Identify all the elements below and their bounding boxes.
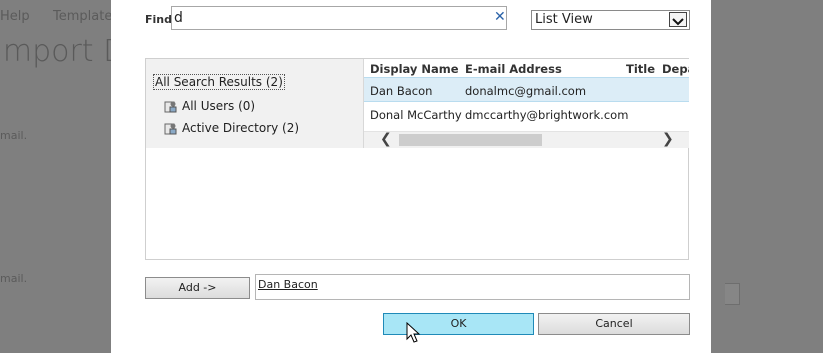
column-title[interactable]: Title bbox=[626, 62, 655, 76]
horizontal-scrollbar[interactable]: ❮ ❯ bbox=[364, 131, 689, 148]
selected-person[interactable]: Dan Bacon bbox=[258, 278, 318, 291]
cancel-button[interactable]: Cancel bbox=[538, 313, 690, 335]
scroll-left-icon[interactable]: ❮ bbox=[380, 131, 392, 147]
tree-node-label: Active Directory (2) bbox=[182, 121, 300, 135]
row-email: dmccarthy@brightwork.com bbox=[465, 108, 629, 122]
nav-templates: Templates bbox=[53, 9, 120, 24]
table-row[interactable]: Donal McCarthy dmccarthy@brightwork.com bbox=[364, 102, 689, 127]
hint-text-2: mail. bbox=[0, 272, 28, 285]
tree-node-label: All Users (0) bbox=[182, 99, 256, 113]
results-tree: All Search Results (2) All Users (0) Act… bbox=[146, 59, 363, 148]
column-email[interactable]: E-mail Address bbox=[465, 62, 562, 76]
user-directory-icon bbox=[164, 121, 178, 135]
view-select[interactable]: List View bbox=[531, 10, 690, 30]
scroll-right-icon[interactable]: ❯ bbox=[662, 131, 674, 147]
close-icon[interactable]: ✕ bbox=[494, 9, 506, 25]
results-grid: Display Name E-mail Address Title Depa D… bbox=[363, 59, 689, 148]
find-input[interactable]: d ✕ bbox=[171, 6, 507, 30]
tree-root-all-results[interactable]: All Search Results (2) bbox=[153, 74, 285, 90]
column-department[interactable]: Depa bbox=[662, 62, 689, 76]
scrollbar-thumb[interactable] bbox=[399, 134, 542, 146]
search-results-panel: All Search Results (2) All Users (0) Act… bbox=[145, 58, 689, 260]
add-button[interactable]: Add -> bbox=[145, 277, 250, 299]
chevron-down-icon[interactable] bbox=[669, 12, 687, 27]
view-select-value: List View bbox=[535, 12, 593, 27]
row-display-name: Dan Bacon bbox=[370, 84, 433, 98]
grid-header: Display Name E-mail Address Title Depa bbox=[364, 59, 689, 78]
mouse-pointer-icon bbox=[406, 322, 421, 343]
selected-people-field[interactable]: Dan Bacon bbox=[255, 274, 690, 300]
nav-help: Help bbox=[0, 9, 30, 24]
people-picker-dialog: Find d ✕ List View All Search Results (2… bbox=[111, 0, 711, 353]
background-input bbox=[725, 283, 740, 305]
user-directory-icon bbox=[164, 99, 178, 113]
table-row[interactable]: Dan Bacon donalmc@gmail.com bbox=[364, 77, 689, 102]
row-display-name: Donal McCarthy bbox=[370, 108, 462, 122]
hint-text-1: mail. bbox=[0, 129, 28, 142]
find-label: Find bbox=[145, 13, 172, 26]
tree-node-all-users[interactable]: All Users (0) bbox=[164, 99, 255, 113]
row-email: donalmc@gmail.com bbox=[465, 84, 587, 98]
tree-node-active-directory[interactable]: Active Directory (2) bbox=[164, 121, 299, 135]
find-input-value: d bbox=[174, 10, 183, 26]
column-display-name[interactable]: Display Name bbox=[370, 62, 459, 76]
